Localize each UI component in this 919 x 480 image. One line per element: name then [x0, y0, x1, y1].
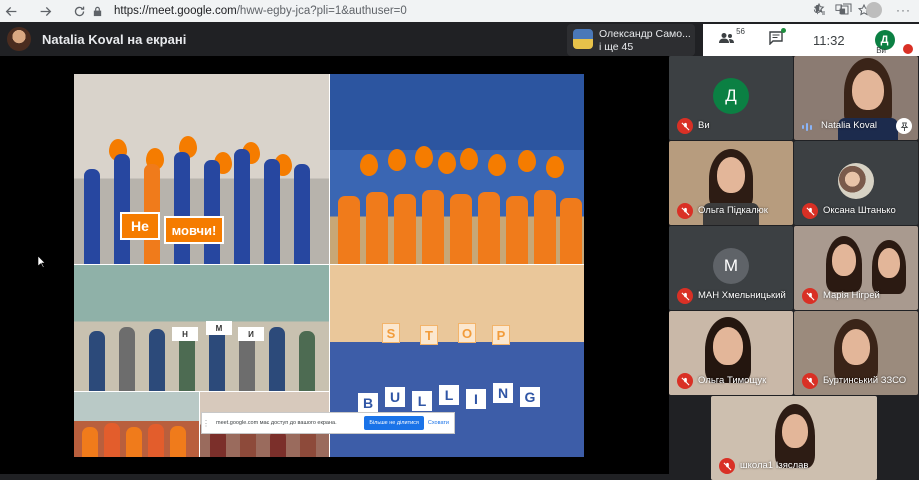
participant-tile[interactable]: Оксана Штанько: [794, 141, 918, 225]
photo-bottom-left: [74, 392, 199, 457]
participant-grid: Д Ви Natalia Koval Ольга Підкалюк Оксана…: [669, 56, 919, 480]
speaker-more-count: і ще 45: [599, 41, 634, 53]
hide-notice-button[interactable]: Сховати: [428, 420, 449, 426]
bulling-letter-n: N: [493, 383, 513, 403]
bulling-letter-l2: L: [439, 385, 459, 405]
photo-stage-orange: [330, 74, 584, 264]
participant-name: Марія Нігрей: [823, 290, 880, 301]
participant-name: Ви: [698, 120, 710, 131]
participant-tile[interactable]: Д Ви: [669, 56, 793, 140]
collections-icon[interactable]: [840, 3, 852, 18]
sign-ne: Не: [120, 212, 160, 240]
stop-letter-o: O: [458, 323, 476, 343]
participant-avatar: Д: [713, 78, 749, 114]
bulling-letter-u: U: [385, 387, 405, 407]
screen-share-notice: ⋮ meet.google.com має доступ до вашого е…: [201, 412, 455, 434]
url-host: https://meet.google.com: [114, 5, 237, 17]
favorites-bar-icon[interactable]: [813, 2, 826, 18]
people-button[interactable]: 56: [719, 27, 745, 49]
participant-tile[interactable]: М МАН Хмельницький: [669, 226, 793, 310]
mic-off-icon: [802, 288, 818, 304]
sign-letter-2: М: [206, 321, 232, 335]
meet-controls-panel: 56 11:32 Д Ви: [703, 24, 919, 56]
drag-handle-icon[interactable]: ⋮: [202, 413, 210, 433]
sign-letter-3: И: [238, 327, 264, 341]
mic-off-icon: [677, 373, 693, 389]
participant-name: Буртинський ЗЗСО: [823, 375, 907, 386]
participant-name: Ольга Тимощук: [698, 375, 767, 386]
shared-collage: Не мовчи! Н М И S T O P B U L L I N G: [74, 74, 584, 457]
active-speaker-chip[interactable]: Олександр Само... і ще 45: [567, 24, 695, 56]
stop-letter-s: S: [382, 323, 400, 343]
forward-icon[interactable]: [34, 0, 56, 22]
participant-tile[interactable]: Буртинський ЗЗСО: [794, 311, 918, 395]
pin-icon[interactable]: [896, 118, 912, 134]
bulling-letter-g: G: [520, 387, 540, 407]
stop-sharing-button[interactable]: Більше не ділитися: [364, 416, 424, 430]
lock-icon[interactable]: [90, 4, 104, 18]
participant-name: Natalia Koval: [821, 120, 877, 131]
sign-letter-1: Н: [172, 327, 198, 341]
speaking-indicator-icon: [802, 122, 814, 132]
speaker-thumbnail: [573, 29, 593, 49]
participant-name: Оксана Штанько: [823, 205, 896, 216]
participant-tile[interactable]: Ольга Підкалюк: [669, 141, 793, 225]
mic-off-icon: [802, 203, 818, 219]
chat-notification-dot: [781, 27, 786, 33]
photo-hands-balloons: Не мовчи!: [74, 74, 329, 264]
mic-off-icon: [802, 373, 818, 389]
participant-name: школа1 Ізяслав: [740, 460, 809, 471]
sign-movchy: мовчи!: [164, 216, 224, 244]
mic-off-icon: [677, 203, 693, 219]
bulling-letter-l1: L: [412, 391, 432, 411]
back-icon[interactable]: [0, 0, 22, 22]
mic-off-icon: [677, 118, 693, 134]
url-text: https://meet.google.com/hww-egby-jca?pli…: [114, 5, 407, 17]
more-options-icon[interactable]: ···: [896, 3, 911, 17]
participant-tile[interactable]: школа1 Ізяслав: [711, 396, 877, 480]
participant-tile[interactable]: Natalia Koval: [794, 56, 918, 140]
chat-icon: [769, 30, 783, 50]
url-path: /hww-egby-jca?pli=1&authuser=0: [236, 5, 407, 17]
reload-icon[interactable]: [68, 0, 90, 22]
photo-classroom-signs: Н М И: [74, 265, 329, 391]
people-count: 56: [736, 27, 745, 36]
participant-name: МАН Хмельницький: [698, 290, 786, 301]
people-icon: [719, 31, 735, 49]
meeting-clock: 11:32: [813, 32, 845, 48]
mouse-cursor-icon: [38, 256, 46, 268]
self-label: Ви: [876, 46, 886, 55]
stop-letter-t: T: [420, 325, 438, 345]
browser-toolbar: https://meet.google.com/hww-egby-jca?pli…: [0, 0, 919, 22]
stop-letter-p: P: [492, 325, 510, 345]
self-muted-indicator: [903, 44, 913, 54]
participant-tile[interactable]: Ольга Тимощук: [669, 311, 793, 395]
participant-tile[interactable]: Марія Нігрей: [794, 226, 918, 310]
bulling-letter-b: B: [358, 393, 378, 413]
profile-avatar[interactable]: [866, 2, 882, 18]
participant-name: Ольга Підкалюк: [698, 205, 768, 216]
participant-avatar: [838, 163, 874, 199]
presenting-title: Natalia Koval на екрані: [42, 32, 187, 47]
participant-avatar: М: [713, 248, 749, 284]
mic-off-icon: [719, 458, 735, 474]
address-bar[interactable]: https://meet.google.com/hww-egby-jca?pli…: [90, 2, 871, 20]
bulling-letter-i: I: [466, 389, 486, 409]
speaker-name: Олександр Само...: [599, 28, 691, 40]
mic-off-icon: [677, 288, 693, 304]
presenter-avatar: [7, 27, 31, 51]
share-notice-text: meet.google.com має доступ до вашого екр…: [216, 420, 337, 426]
chat-button[interactable]: [769, 27, 786, 50]
